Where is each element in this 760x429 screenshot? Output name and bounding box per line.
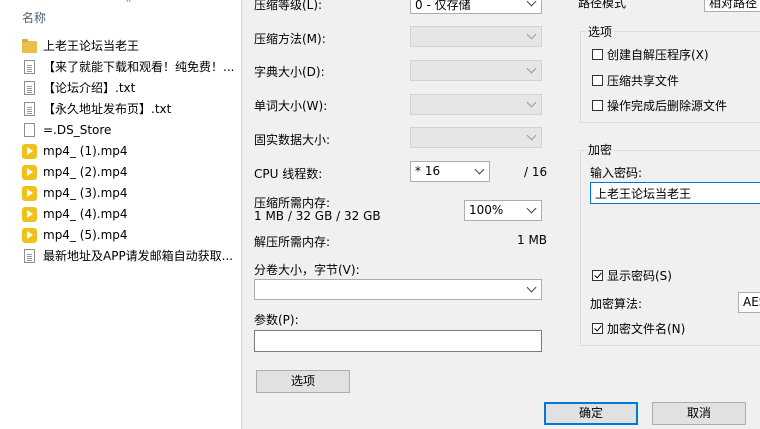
column-header[interactable]: ˄ 名称	[0, 0, 241, 30]
checkbox-box[interactable]	[592, 100, 603, 111]
file-name: =.DS_Store	[43, 123, 112, 137]
parameters-input[interactable]	[254, 330, 542, 352]
split-volume-input[interactable]	[254, 279, 542, 300]
cpu-threads-select[interactable]: * 16	[410, 161, 490, 182]
password-value: 上老王论坛当老王	[595, 187, 692, 201]
chevron-down-icon	[526, 282, 537, 293]
cpu-threads-label: CPU 线程数:	[254, 167, 323, 181]
memory-percent-select[interactable]: 100%	[464, 200, 542, 221]
compression-level-label: 压缩等级(L):	[254, 0, 323, 12]
file-item[interactable]: 最新地址及APP请发邮箱自动获取...	[0, 246, 241, 267]
folder-icon	[22, 39, 37, 54]
compression-level-select[interactable]: 0 - 仅存储	[410, 0, 542, 14]
file-item[interactable]: mp4_ (4).mp4	[0, 204, 241, 225]
chevron-down-icon	[474, 164, 485, 175]
dictionary-size-label: 字典大小(D):	[254, 65, 325, 79]
word-size-label: 单词大小(W):	[254, 99, 328, 113]
cpu-threads-value: * 16	[415, 164, 441, 178]
video-file-icon	[22, 144, 37, 159]
video-file-icon	[22, 207, 37, 222]
file-item[interactable]: 【来了就能下载和观看！纯免费！...	[0, 57, 241, 78]
encryption-method-label: 加密算法:	[590, 297, 643, 311]
file-name: mp4_ (5).mp4	[43, 228, 128, 242]
path-mode-value: 相对路径	[709, 0, 758, 10]
compression-level-value: 0 - 仅存储	[415, 0, 471, 12]
chevron-down-icon	[526, 0, 537, 7]
create-sfx-label: 创建自解压程序(X)	[607, 48, 709, 62]
file-name: 【永久地址发布页】.txt	[43, 102, 172, 116]
column-header-name[interactable]: 名称	[22, 9, 46, 26]
video-file-icon	[22, 186, 37, 201]
encryption-method-select[interactable]: AES	[738, 292, 760, 313]
file-list: 上老王论坛当老王 【来了就能下载和观看！纯免费！... 【论坛介绍】.txt 【…	[0, 36, 241, 267]
encrypt-filenames-label: 加密文件名(N)	[607, 322, 686, 336]
delete-after-compress-label: 操作完成后删除源文件	[607, 99, 728, 113]
text-file-icon	[22, 60, 37, 75]
compress-shared-files-label: 压缩共享文件	[607, 74, 680, 88]
solid-block-size-select	[410, 127, 542, 148]
file-item[interactable]: mp4_ (1).mp4	[0, 141, 241, 162]
chevron-down-icon	[526, 130, 537, 141]
file-name: mp4_ (3).mp4	[43, 186, 128, 200]
compression-method-select	[410, 26, 542, 47]
options-group-title: 选项	[586, 23, 615, 40]
video-file-icon	[22, 165, 37, 180]
path-mode-label: 路径模式	[578, 0, 627, 10]
checkbox-box[interactable]	[592, 270, 603, 281]
dictionary-size-select	[410, 60, 542, 81]
file-item[interactable]: =.DS_Store	[0, 120, 241, 141]
file-item[interactable]: mp4_ (2).mp4	[0, 162, 241, 183]
video-file-icon	[22, 228, 37, 243]
file-name: mp4_ (2).mp4	[43, 165, 128, 179]
checkbox-box[interactable]	[592, 323, 603, 334]
memory-percent-value: 100%	[469, 203, 504, 217]
file-name: 【论坛介绍】.txt	[43, 81, 136, 95]
checkbox-box[interactable]	[592, 49, 603, 60]
cancel-button[interactable]: 取消	[652, 402, 746, 425]
blank-file-icon	[22, 123, 37, 138]
memory-decompress-label: 解压所需内存:	[254, 235, 331, 249]
checkbox-box[interactable]	[592, 75, 603, 86]
password-label: 输入密码:	[590, 166, 643, 180]
file-item[interactable]: mp4_ (3).mp4	[0, 183, 241, 204]
file-name: 上老王论坛当老王	[43, 39, 140, 53]
memory-decompress-value: 1 MB	[517, 233, 548, 247]
file-item[interactable]: 上老王论坛当老王	[0, 36, 241, 57]
file-name: 最新地址及APP请发邮箱自动获取...	[43, 249, 234, 263]
encryption-method-value: AES	[743, 295, 760, 309]
solid-block-size-label: 固实数据大小:	[254, 133, 331, 147]
ok-button[interactable]: 确定	[544, 402, 638, 425]
text-file-icon	[22, 102, 37, 117]
memory-compress-value: 1 MB / 32 GB / 32 GB	[254, 209, 381, 223]
parameters-label: 参数(P):	[254, 313, 299, 327]
password-input[interactable]: 上老王论坛当老王	[590, 182, 760, 204]
add-to-archive-dialog: 压缩等级(L): 0 - 仅存储 压缩方法(M): 字典大小(D): 单词大小(…	[241, 0, 760, 429]
options-button[interactable]: 选项	[256, 370, 350, 393]
split-volume-label: 分卷大小，字节(V):	[254, 263, 360, 277]
show-password-label: 显示密码(S)	[607, 269, 672, 283]
chevron-down-icon	[526, 97, 537, 108]
file-name: 【来了就能下载和观看！纯免费！...	[43, 60, 235, 74]
word-size-select	[410, 94, 542, 115]
chevron-down-icon	[526, 63, 537, 74]
path-mode-select[interactable]: 相对路径	[704, 0, 760, 12]
file-name: mp4_ (4).mp4	[43, 207, 128, 221]
encryption-group-title: 加密	[586, 141, 615, 158]
compression-method-label: 压缩方法(M):	[254, 32, 326, 46]
file-item[interactable]: 【论坛介绍】.txt	[0, 78, 241, 99]
file-item[interactable]: mp4_ (5).mp4	[0, 225, 241, 246]
text-file-icon	[22, 249, 37, 264]
file-item[interactable]: 【永久地址发布页】.txt	[0, 99, 241, 120]
file-name: mp4_ (1).mp4	[43, 144, 128, 158]
file-explorer-pane: ˄ 名称 上老王论坛当老王 【来了就能下载和观看！纯免费！... 【论坛介绍】.…	[0, 0, 241, 429]
chevron-down-icon	[526, 203, 537, 214]
chevron-down-icon	[526, 29, 537, 40]
cpu-threads-total: / 16	[524, 165, 548, 179]
text-file-icon	[22, 81, 37, 96]
sort-ascending-icon[interactable]: ˄	[125, 0, 132, 14]
